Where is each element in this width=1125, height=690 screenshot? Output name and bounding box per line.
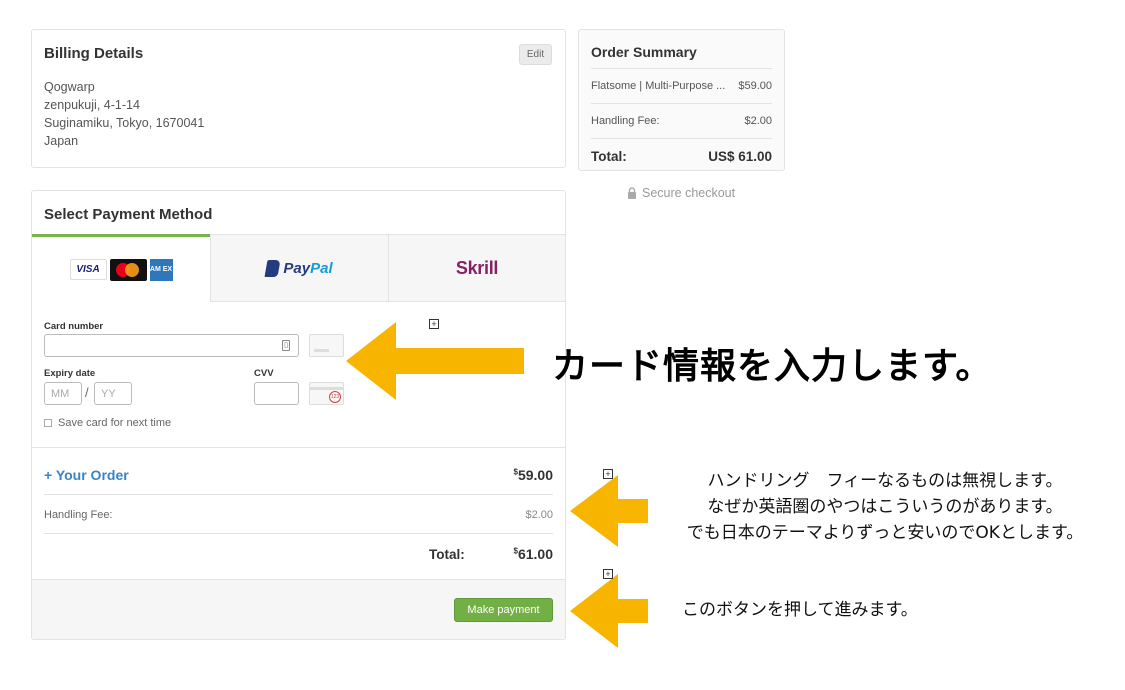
divider bbox=[44, 494, 553, 495]
summary-total-label: Total: bbox=[591, 148, 627, 164]
payment-title: Select Payment Method bbox=[44, 206, 213, 223]
tab-paypal[interactable]: PayPal bbox=[210, 235, 388, 302]
save-card-checkbox[interactable] bbox=[44, 419, 52, 427]
secure-checkout: Secure checkout bbox=[627, 186, 735, 200]
order-summary-card: Order Summary Flatsome | Multi-Purpose .… bbox=[578, 29, 785, 171]
billing-details-card: Billing Details Edit Qogwarp zenpukuji, … bbox=[31, 29, 566, 168]
order-amount: $59.00 bbox=[514, 467, 554, 483]
save-card-label: Save card for next time bbox=[58, 417, 172, 429]
arrow-left-icon bbox=[570, 475, 648, 547]
paypal-logo: PayPal bbox=[264, 259, 333, 277]
paypal-pal: Pal bbox=[310, 259, 333, 277]
expand-icon: + bbox=[603, 569, 613, 579]
visa-logo: VISA bbox=[69, 259, 107, 280]
tab-skrill[interactable]: Skrill bbox=[388, 235, 565, 302]
annotation-card-info: カード情報を入力します。 bbox=[552, 346, 993, 387]
address-line: Japan bbox=[44, 134, 79, 148]
order-summary-title: Order Summary bbox=[591, 44, 697, 60]
amex-logo: AM EX bbox=[149, 258, 173, 281]
payment-method-card: Select Payment Method VISA AM EX PayPal … bbox=[31, 190, 566, 640]
secure-checkout-label: Secure checkout bbox=[642, 186, 736, 200]
annotation-line: でも日本のテーマよりずっと安いのでOKとします。 bbox=[686, 523, 1084, 543]
tab-credit-card[interactable]: VISA AM EX bbox=[32, 234, 210, 302]
total-amount: $61.00 bbox=[514, 546, 554, 562]
billing-address: Qogwarp zenpukuji, 4-1-14 Suginamiku, To… bbox=[44, 78, 204, 150]
summary-row-product: Flatsome | Multi-Purpose ... $59.00 bbox=[591, 68, 772, 103]
billing-title: Billing Details bbox=[44, 45, 144, 62]
annotation-line: なぜか英語圏のやつはこういうのがあります。 bbox=[707, 497, 1063, 517]
skrill-logo: Skrill bbox=[455, 257, 499, 278]
divider bbox=[32, 447, 565, 448]
expiry-separator: / bbox=[85, 385, 89, 400]
expand-icon: + bbox=[603, 469, 613, 479]
your-order-toggle[interactable]: + Your Order bbox=[44, 467, 129, 483]
address-line: zenpukuji, 4-1-14 bbox=[44, 98, 140, 112]
cvv-label: CVV bbox=[254, 368, 274, 379]
arrow-left-icon bbox=[570, 574, 648, 648]
card-back-icon: 123 bbox=[309, 382, 344, 405]
cvv-hint-icon: 123 bbox=[329, 391, 341, 403]
make-payment-button[interactable]: Make payment bbox=[454, 598, 553, 622]
total-amount-value: 61.00 bbox=[517, 546, 553, 562]
summary-row-handling: Handling Fee: $2.00 bbox=[591, 103, 772, 138]
order-amount-value: 59.00 bbox=[517, 467, 553, 483]
summary-row-total: Total: US$ 61.00 bbox=[591, 138, 772, 173]
summary-row-value: $2.00 bbox=[744, 115, 772, 127]
summary-row-label: Flatsome | Multi-Purpose ... bbox=[591, 80, 726, 92]
lock-icon bbox=[628, 187, 636, 199]
card-scan-icon: ▯ bbox=[282, 340, 290, 351]
summary-row-label: Handling Fee: bbox=[591, 115, 660, 127]
total-label: Total: bbox=[429, 547, 465, 562]
payment-footer: Make payment bbox=[32, 579, 565, 639]
divider bbox=[44, 533, 553, 534]
save-card-option[interactable]: Save card for next time bbox=[44, 417, 171, 429]
arrow-left-icon bbox=[346, 322, 524, 400]
address-line: Qogwarp bbox=[44, 80, 95, 94]
paypal-pay: Pay bbox=[283, 259, 311, 277]
expiry-year-input[interactable]: YY bbox=[94, 382, 132, 405]
cvv-input[interactable] bbox=[254, 382, 299, 405]
card-number-input[interactable]: ▯ bbox=[44, 334, 299, 357]
annotation-handling-fee: ハンドリング フィーなるものは無視します。 なぜか英語圏のやつはこういうのがあり… bbox=[655, 468, 1115, 546]
card-number-label: Card number bbox=[44, 321, 104, 332]
expiry-month-input[interactable]: MM bbox=[44, 382, 82, 405]
annotation-button: このボタンを押して進みます。 bbox=[682, 600, 918, 620]
expiry-label: Expiry date bbox=[44, 368, 96, 379]
edit-button[interactable]: Edit bbox=[519, 44, 552, 65]
address-line: Suginamiku, Tokyo, 1670041 bbox=[44, 116, 205, 130]
summary-total-value: US$ 61.00 bbox=[708, 148, 772, 164]
annotation-line: ハンドリング フィーなるものは無視します。 bbox=[707, 471, 1063, 491]
summary-row-value: $59.00 bbox=[738, 80, 772, 92]
handling-fee-label: Handling Fee: bbox=[44, 509, 113, 521]
paypal-icon bbox=[264, 259, 281, 277]
card-front-icon bbox=[309, 334, 344, 357]
mastercard-logo bbox=[109, 258, 147, 281]
expand-icon: + bbox=[429, 319, 439, 329]
payment-tabs: VISA AM EX PayPal Skrill bbox=[32, 234, 565, 302]
handling-fee-value: $2.00 bbox=[525, 509, 553, 521]
